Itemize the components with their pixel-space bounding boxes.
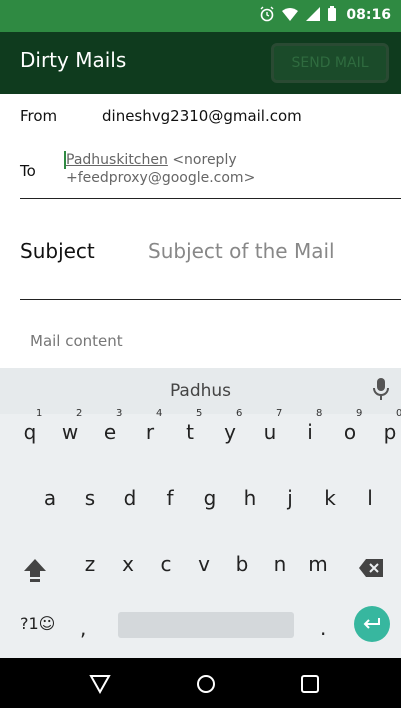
key-number-hint: 7 — [276, 408, 283, 419]
home-icon[interactable] — [190, 668, 222, 700]
key-b[interactable]: b — [232, 552, 252, 576]
key-g[interactable]: g — [200, 486, 220, 510]
key-label: d — [123, 486, 137, 510]
app-title: Dirty Mails — [20, 48, 127, 72]
send-mail-button[interactable]: SEND MAIL — [271, 43, 389, 83]
key-label: i — [307, 420, 313, 444]
compose-form: From dineshvg2310@gmail.com To Padhuskit… — [0, 94, 401, 368]
app-bar: Dirty Mails SEND MAIL — [0, 32, 401, 94]
key-number-hint: 3 — [116, 408, 123, 419]
wifi-icon — [281, 6, 299, 26]
key-label: b — [235, 552, 249, 576]
key-number-hint: 0 — [396, 408, 401, 419]
enter-key[interactable] — [354, 606, 390, 642]
subject-underline — [20, 299, 401, 300]
key-f[interactable]: f — [160, 486, 180, 510]
key-y[interactable]: y6 — [220, 408, 242, 444]
key-m[interactable]: m — [308, 552, 328, 576]
subject-input[interactable]: Subject of the Mail — [148, 239, 335, 263]
space-key[interactable] — [118, 612, 294, 638]
key-label: s — [84, 486, 96, 510]
back-icon[interactable] — [84, 668, 116, 700]
key-label: g — [203, 486, 217, 510]
key-c[interactable]: c — [156, 552, 176, 576]
key-label: m — [308, 552, 328, 576]
key-number-hint: 1 — [36, 408, 43, 419]
key-label: r — [145, 420, 155, 444]
key-n[interactable]: n — [270, 552, 290, 576]
key-label: a — [43, 486, 57, 510]
key-i[interactable]: i8 — [300, 408, 322, 444]
key-d[interactable]: d — [120, 486, 140, 510]
period-key[interactable]: . — [320, 616, 326, 640]
to-field[interactable]: Padhuskitchen <noreply +feedproxy@google… — [66, 151, 386, 187]
key-o[interactable]: o9 — [340, 408, 363, 444]
battery-icon — [327, 6, 337, 26]
key-w[interactable]: w2 — [60, 408, 83, 444]
to-underline — [20, 198, 401, 199]
key-label: w — [61, 420, 79, 444]
key-k[interactable]: k — [320, 486, 340, 510]
key-l[interactable]: l — [360, 486, 380, 510]
key-s[interactable]: s — [80, 486, 100, 510]
key-h[interactable]: h — [240, 486, 260, 510]
key-label: q — [23, 420, 37, 444]
key-label: u — [263, 420, 277, 444]
keyboard: Padhus q1w2e3r4t5y6u7i8o9p0 asdfghjkl zx… — [0, 368, 401, 658]
mail-content-input[interactable]: Mail content — [30, 332, 123, 350]
comma-key[interactable]: , — [80, 616, 86, 640]
key-label: j — [287, 486, 293, 510]
key-p[interactable]: p0 — [380, 408, 401, 444]
key-q[interactable]: q1 — [20, 408, 43, 444]
shift-key[interactable] — [22, 558, 48, 587]
key-label: v — [198, 552, 210, 576]
key-label: f — [166, 486, 174, 510]
key-label: h — [243, 486, 257, 510]
navigation-bar — [0, 658, 401, 708]
microphone-icon[interactable] — [373, 377, 389, 405]
key-label: z — [84, 552, 96, 576]
alarm-icon — [259, 6, 275, 26]
key-label: t — [186, 420, 194, 444]
backspace-key[interactable] — [358, 558, 384, 583]
key-x[interactable]: x — [118, 552, 138, 576]
to-recipient-name: Padhuskitchen — [66, 152, 168, 168]
key-label: x — [122, 552, 134, 576]
key-label: o — [343, 420, 357, 444]
key-number-hint: 2 — [76, 408, 83, 419]
to-label: To — [20, 162, 36, 180]
key-number-hint: 4 — [156, 408, 163, 419]
key-r[interactable]: r4 — [140, 408, 163, 444]
key-label: n — [273, 552, 287, 576]
key-number-hint: 8 — [316, 408, 323, 419]
key-a[interactable]: a — [40, 486, 60, 510]
key-u[interactable]: u7 — [260, 408, 283, 444]
key-t[interactable]: t5 — [180, 408, 202, 444]
key-z[interactable]: z — [80, 552, 100, 576]
key-number-hint: 5 — [196, 408, 203, 419]
key-v[interactable]: v — [194, 552, 214, 576]
key-j[interactable]: j — [280, 486, 300, 510]
key-label: y — [224, 420, 236, 444]
key-label: c — [160, 552, 172, 576]
recents-icon[interactable] — [294, 668, 326, 700]
key-number-hint: 9 — [356, 408, 363, 419]
from-label: From — [20, 107, 58, 125]
subject-label: Subject — [20, 239, 95, 263]
key-label: k — [324, 486, 336, 510]
status-bar: 08:16 — [0, 0, 401, 32]
key-label: e — [103, 420, 117, 444]
status-icons — [259, 6, 337, 26]
clock: 08:16 — [346, 7, 391, 23]
suggestion-word[interactable]: Padhus — [0, 381, 401, 401]
symbols-key[interactable]: ?1☺ — [20, 614, 55, 633]
key-e[interactable]: e3 — [100, 408, 123, 444]
key-number-hint: 6 — [236, 408, 243, 419]
signal-icon — [305, 6, 321, 26]
key-label: l — [367, 486, 373, 510]
key-label: p — [383, 420, 397, 444]
from-value: dineshvg2310@gmail.com — [102, 107, 302, 125]
